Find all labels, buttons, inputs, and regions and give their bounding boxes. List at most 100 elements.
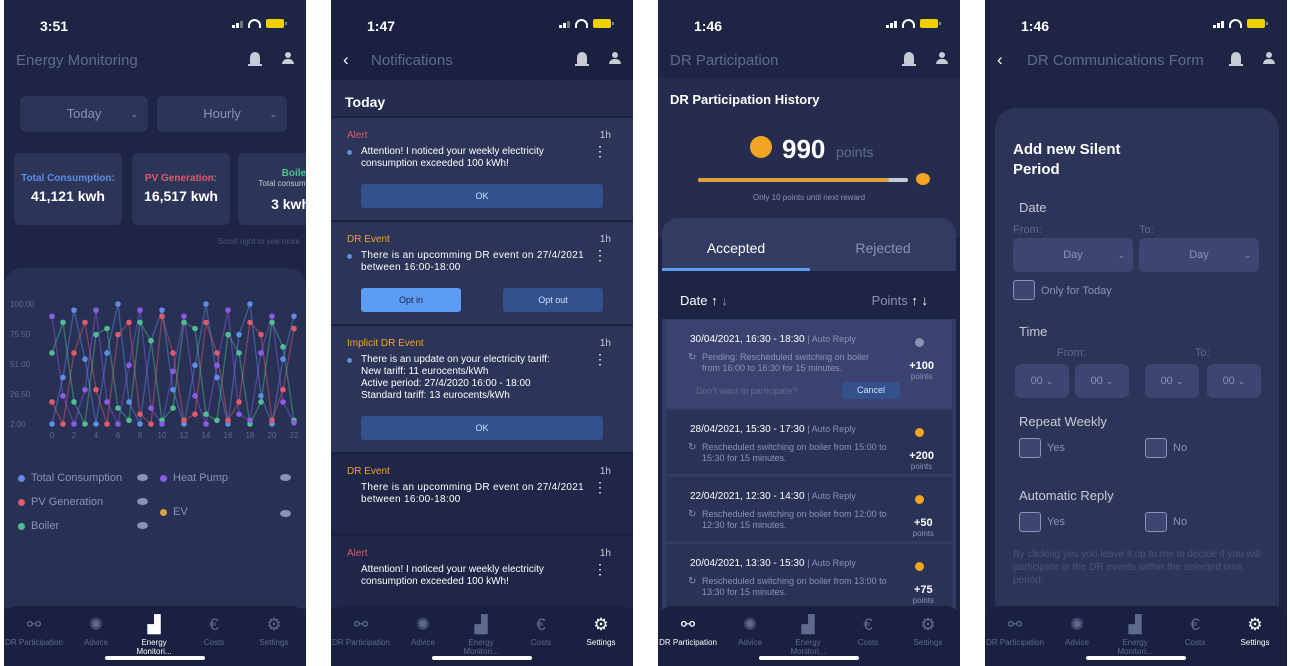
history-points-value: +75: [913, 584, 933, 596]
tab-costs[interactable]: € Costs: [838, 612, 898, 647]
eye-icon[interactable]: [280, 474, 291, 481]
tab-label: Costs: [1184, 638, 1206, 647]
tab-settings[interactable]: ⚙ Settings: [571, 612, 631, 647]
repeat-yes-checkbox[interactable]: [1019, 438, 1041, 458]
legend-pv-generation[interactable]: PV Generation: [18, 496, 103, 508]
bell-icon[interactable]: [1229, 52, 1243, 66]
notification-item[interactable]: DR Event 1h There is an upcomming DR eve…: [331, 454, 633, 534]
tab-costs[interactable]: € Costs: [1165, 612, 1225, 647]
bell-icon[interactable]: [575, 52, 589, 66]
user-icon[interactable]: [936, 52, 948, 65]
tab-accepted[interactable]: Accepted: [662, 240, 810, 256]
points-value: 990: [782, 134, 826, 164]
card-total-consumption: Total Consumption: 41,121 kwh: [14, 153, 122, 225]
opt-in-button[interactable]: Opt in: [361, 288, 461, 312]
tab-settings[interactable]: ⚙ Settings: [244, 612, 304, 647]
eye-icon[interactable]: [137, 522, 148, 529]
tab-dr-participation[interactable]: ⚯ DR Participation: [331, 612, 391, 647]
only-today-checkbox[interactable]: [1013, 280, 1035, 300]
sort-date[interactable]: Date ↑ ↓: [680, 293, 728, 308]
notification-item[interactable]: DR Event 1h There is an upcomming DR eve…: [331, 222, 633, 324]
tab-advice[interactable]: ✺ Advice: [720, 612, 780, 647]
from-minute-select[interactable]: 00 ⌄: [1075, 364, 1129, 398]
tab-settings[interactable]: ⚙ Settings: [1225, 612, 1285, 647]
date-from-select[interactable]: Day ⌄: [1013, 238, 1133, 272]
history-item[interactable]: 22/04/2021, 12:30 - 14:30 | Auto Reply ↻…: [666, 477, 952, 541]
to-hour-select[interactable]: 00 ⌄: [1145, 364, 1199, 398]
eye-icon[interactable]: [280, 510, 291, 517]
bell-icon[interactable]: [248, 52, 262, 66]
tab-energy-monitoring[interactable]: ▟ Energy Monitori...: [451, 612, 511, 656]
status-time: 1:47: [367, 18, 396, 34]
data-point: [280, 344, 286, 350]
tab-energy-monitoring[interactable]: ▟ Energy Monitori...: [778, 612, 838, 656]
notification-item[interactable]: Alert 1h Attention! I noticed your weekl…: [331, 536, 633, 608]
date-to-select[interactable]: Day ⌄: [1139, 238, 1259, 272]
date-label: Date: [1019, 200, 1047, 215]
tab-dr-participation[interactable]: ⚯ DR Participation: [985, 612, 1045, 647]
auto-yes-checkbox[interactable]: [1019, 512, 1041, 532]
bell-icon[interactable]: [902, 52, 916, 66]
cancel-button[interactable]: Cancel: [842, 382, 900, 399]
eye-icon[interactable]: [137, 474, 148, 481]
legend-total-consumption[interactable]: Total Consumption: [18, 472, 122, 484]
back-icon[interactable]: ‹: [997, 50, 1003, 70]
back-icon[interactable]: ‹: [343, 50, 349, 70]
to-minute-select[interactable]: 00 ⌄: [1207, 364, 1261, 398]
tab-label: Energy Monitori...: [790, 638, 826, 656]
screen-dr-participation: 1:46 DR Participation DR Participation H…: [658, 0, 960, 666]
more-icon[interactable]: ⋮: [593, 144, 607, 158]
data-point: [49, 399, 55, 405]
tab-label: DR Participation: [659, 638, 717, 647]
sort-points[interactable]: Points ↑ ↓: [872, 293, 928, 308]
legend-boiler[interactable]: Boiler: [18, 520, 59, 532]
ok-button[interactable]: OK: [361, 416, 603, 440]
notification-item[interactable]: Implicit DR Event 1h There is an update …: [331, 326, 633, 452]
notification-message: There is an update on your electricity t…: [361, 354, 593, 402]
legend-heat-pump[interactable]: Heat Pump: [160, 472, 228, 484]
tab-dr-participation[interactable]: ⚯ DR Participation: [658, 612, 718, 647]
period-dropdown[interactable]: Today ⌄: [20, 96, 148, 132]
legend-ev[interactable]: EV: [160, 506, 188, 518]
data-point: [203, 301, 209, 307]
ok-button[interactable]: OK: [361, 184, 603, 208]
history-points: +100 points: [909, 360, 934, 381]
opt-out-button[interactable]: Opt out: [503, 288, 603, 312]
tab-costs[interactable]: € Costs: [184, 612, 244, 647]
history-item[interactable]: 20/04/2021, 13:30 - 15:30 | Auto Reply ↻…: [666, 544, 952, 608]
data-point: [170, 405, 176, 411]
tab-energy-monitoring[interactable]: ▟ Energy Monitori...: [124, 612, 184, 656]
tab-advice[interactable]: ✺ Advice: [393, 612, 453, 647]
more-icon[interactable]: ⋮: [593, 248, 607, 262]
more-icon[interactable]: ⋮: [593, 480, 607, 494]
tab-advice[interactable]: ✺ Advice: [1047, 612, 1107, 647]
history-item[interactable]: 30/04/2021, 16:30 - 18:30 | Auto Reply ↻…: [666, 320, 952, 408]
bar-chart-icon: ▟: [147, 615, 161, 634]
bulb-icon: ✺: [88, 615, 104, 634]
notification-item[interactable]: Alert 1h Attention! I noticed your weekl…: [331, 118, 633, 220]
tab-settings[interactable]: ⚙ Settings: [898, 612, 958, 647]
tab-label: Advice: [737, 638, 762, 647]
user-icon[interactable]: [1263, 52, 1275, 65]
tab-costs[interactable]: € Costs: [511, 612, 571, 647]
data-point: [203, 421, 209, 427]
tab-dr-participation[interactable]: ⚯ DR Participation: [4, 612, 64, 647]
eye-icon[interactable]: [137, 498, 148, 505]
refresh-icon: ↻: [688, 509, 697, 520]
user-icon[interactable]: [609, 52, 621, 65]
tab-rejected[interactable]: Rejected: [810, 240, 956, 256]
history-type: | Auto Reply: [807, 334, 856, 344]
user-icon[interactable]: [282, 52, 294, 65]
more-icon[interactable]: ⋮: [593, 352, 607, 366]
repeat-no-checkbox[interactable]: [1145, 438, 1167, 458]
history-date: 28/04/2021, 15:30 - 17:30 | Auto Reply: [690, 424, 856, 435]
tab-energy-monitoring[interactable]: ▟ Energy Monitori...: [1105, 612, 1165, 656]
history-item[interactable]: 28/04/2021, 15:30 - 17:30 | Auto Reply ↻…: [666, 410, 952, 474]
chevron-down-icon: ⌄: [1105, 376, 1114, 386]
card-label: Boiler: [281, 168, 306, 179]
interval-dropdown[interactable]: Hourly ⌄: [157, 96, 287, 132]
tab-advice[interactable]: ✺ Advice: [66, 612, 126, 647]
more-icon[interactable]: ⋮: [593, 562, 607, 576]
from-hour-select[interactable]: 00 ⌄: [1015, 364, 1069, 398]
auto-no-checkbox[interactable]: [1145, 512, 1167, 532]
